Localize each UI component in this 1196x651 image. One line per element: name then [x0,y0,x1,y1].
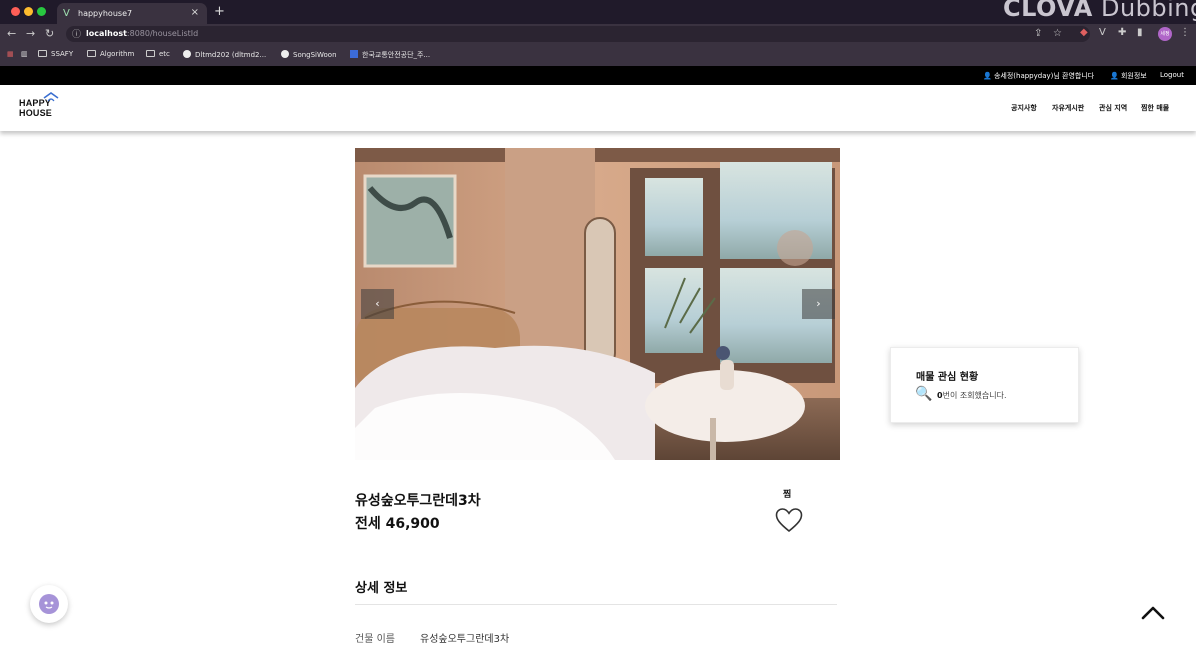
bookmark-traffic-safety[interactable]: 한국교통안전공단_주... [350,50,430,60]
detail-value-building-name: 유성숲오투그란데3차 [420,634,510,645]
apps-icon[interactable]: ▦ [7,50,14,58]
forward-icon[interactable]: → [26,27,35,40]
github-icon [183,50,191,58]
bookmark-ssafy[interactable]: SSAFY [38,50,73,58]
logo-house-icon [43,92,59,102]
extensions-puzzle-icon[interactable]: ✚ [1118,27,1126,38]
close-window-button[interactable] [11,7,20,16]
address-bar-row: ← → ↻ ⓘ localhost:8080/houseListId ⇪ ☆ ◆… [0,24,1196,44]
vue-favicon-icon: V [63,8,70,19]
bookmark-songsiwoon[interactable]: SongSiWoon [281,50,337,59]
nav-notice[interactable]: 공지사항 [1011,103,1037,113]
browser-tabbar: V happyhouse7 × + CLOVA Dubbing [0,0,1196,24]
property-name: 유성숲오투그란데3차 [355,493,481,509]
site-header: HAPPY HOUSE 공지사항 자유게시판 관심 지역 찜한 매물 [0,85,1196,131]
bookmark-etc[interactable]: etc [146,50,170,58]
url-text: localhost:8080/houseListId [86,29,199,38]
interest-title: 매물 관심 현황 [916,372,979,383]
profile-avatar[interactable]: 세정 [1158,27,1172,41]
member-info-link[interactable]: 👤 회원정보 [1110,71,1147,81]
browser-tab[interactable]: V happyhouse7 × [57,3,207,24]
property-image-carousel[interactable]: ‹ › [355,148,840,460]
scroll-to-top-icon[interactable] [1138,598,1168,628]
extension-shield-icon[interactable]: ◆ [1080,27,1088,38]
folder-icon [38,50,47,57]
folder-icon [146,50,155,57]
bookmark-star-icon[interactable]: ☆ [1053,28,1062,39]
property-price: 전세 46,900 [355,516,440,532]
nav-interest-area[interactable]: 관심 지역 [1099,103,1127,113]
new-tab-button[interactable]: + [214,4,225,19]
site-topbar: 👤 송세정(happyday)님 환영합니다 👤 회원정보 Logout [0,66,1196,85]
interest-view-count: 0번이 조회했습니다. [937,391,1007,400]
maximize-window-button[interactable] [37,7,46,16]
carousel-next-button[interactable]: › [802,289,835,319]
tab-close-icon[interactable]: × [191,7,199,18]
bookmark-dltmd202[interactable]: Dltmd202 (dltmd2... [183,50,266,59]
grid-icon[interactable]: ▥ [21,50,28,58]
chatbot-icon [39,594,59,614]
site-icon [350,50,358,58]
share-icon[interactable]: ⇪ [1034,28,1042,39]
github-icon [281,50,289,58]
chatbot-button[interactable] [30,585,68,623]
url-field[interactable]: ⓘ localhost:8080/houseListId ⇪ ☆ [66,26,1090,42]
bookmark-algorithm[interactable]: Algorithm [87,50,134,58]
detail-key-building-name: 건물 이름 [355,634,395,645]
site-info-icon[interactable]: ⓘ [72,27,81,40]
menu-kebab-icon[interactable]: ⋮ [1180,27,1190,38]
magnifier-icon: 🔍 [915,386,933,402]
logout-link[interactable]: Logout [1160,71,1184,79]
nav-liked-listings[interactable]: 찜한 매물 [1141,103,1169,113]
heart-icon[interactable] [775,507,803,533]
reload-icon[interactable]: ↻ [45,27,54,40]
extension-v-icon[interactable]: V [1099,27,1106,38]
details-section-title: 상세 정보 [355,581,408,596]
tab-title: happyhouse7 [78,9,133,18]
section-divider [355,604,837,605]
sidebar-icon[interactable]: ▮ [1137,27,1143,38]
interest-status-card: 매물 관심 현황 🔍 0번이 조회했습니다. [890,347,1079,423]
minimize-window-button[interactable] [24,7,33,16]
clova-dubbing-watermark: CLOVA Dubbing [1003,0,1196,22]
greeting-text: 👤 송세정(happyday)님 환영합니다 [983,72,1095,80]
bookmarks-bar: ▦ ▥ SSAFY Algorithm etc Dltmd202 (dltmd2… [0,44,1196,66]
carousel-prev-button[interactable]: ‹ [361,289,394,319]
back-icon[interactable]: ← [7,27,16,40]
like-label: 찜 [783,490,792,500]
room-photo [355,148,840,460]
folder-icon [87,50,96,57]
nav-free-board[interactable]: 자유게시판 [1052,103,1084,113]
